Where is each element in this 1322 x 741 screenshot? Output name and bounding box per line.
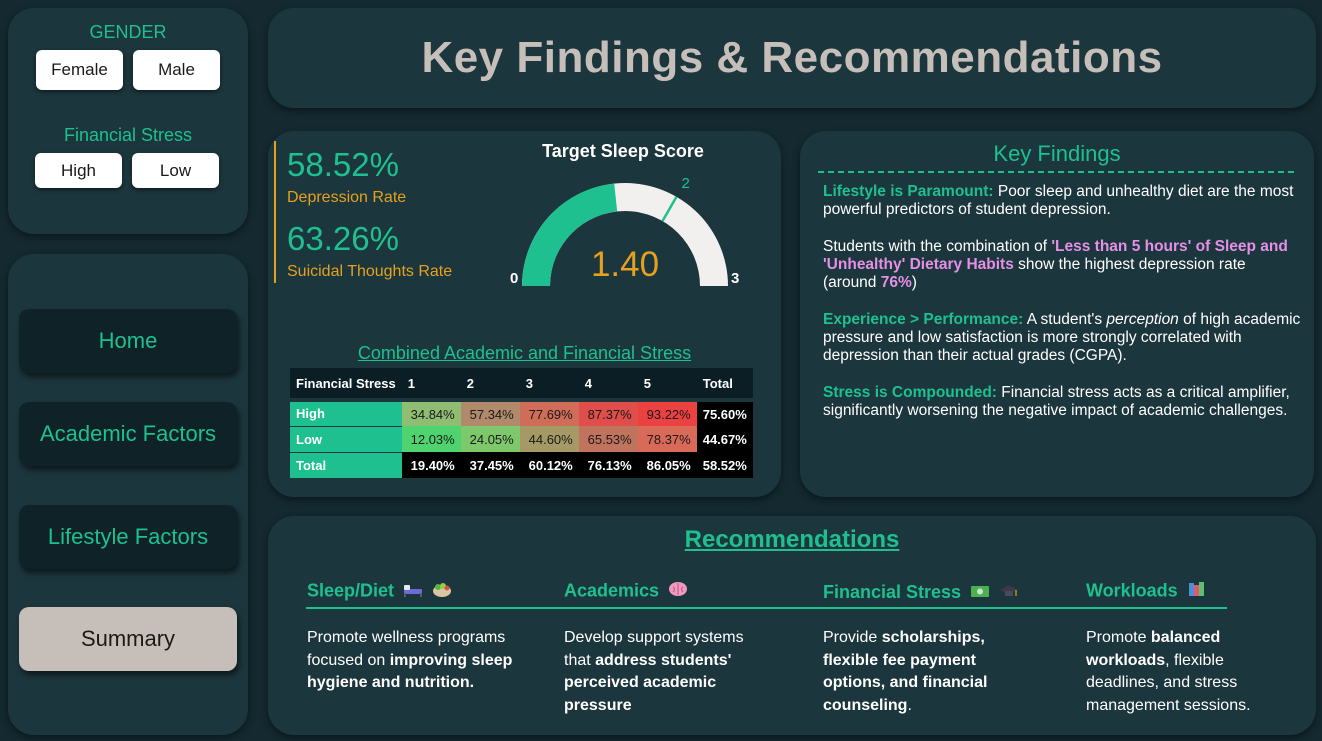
rec-heading-text: Academics: [564, 580, 660, 601]
table-cell: 87.37%: [578, 400, 638, 426]
suicidal-thoughts-rate-value: 63.26%: [287, 220, 399, 257]
books-icon: [1187, 580, 1207, 603]
depression-rate-label: Depression Rate: [287, 189, 407, 206]
nav-summary-button[interactable]: Summary: [19, 607, 237, 671]
finding-heading: Lifestyle is Paramount:: [823, 183, 994, 200]
finding-lifestyle: Lifestyle is Paramount: Poor sleep and u…: [823, 183, 1301, 219]
graduation-cap-icon: [999, 583, 1019, 604]
financial-stress-filter-title: Financial Stress: [63, 125, 193, 145]
table-cell: 12.03%: [401, 426, 461, 452]
suicidal-thoughts-rate-label: Suicidal Thoughts Rate: [287, 263, 453, 280]
column-header[interactable]: 2: [460, 368, 520, 400]
rec-academics-heading: Academics: [564, 580, 688, 603]
table-cell: 86.05%: [637, 452, 697, 478]
table-cell: 37.45%: [460, 452, 520, 478]
gauge-target-label: 2: [682, 175, 690, 192]
gender-filter-title: GENDER: [89, 22, 167, 42]
rec-workloads-text: Promote balanced workloads, flexible dea…: [1086, 627, 1291, 717]
gender-male-button[interactable]: Male: [133, 50, 220, 90]
finding-emphasis: perception: [1106, 311, 1179, 328]
finding-heading: Stress is Compounded:: [823, 384, 997, 401]
row-total: 58.52%: [696, 452, 753, 478]
navigation-panel: Home Academic Factors Lifestyle Factors …: [8, 254, 248, 735]
table-cell: 65.53%: [578, 426, 638, 452]
gender-female-button[interactable]: Female: [36, 50, 123, 90]
table-cell: 24.05%: [460, 426, 520, 452]
gauge-title: Target Sleep Score: [542, 141, 704, 161]
financial-stress-low-button[interactable]: Low: [132, 153, 219, 188]
key-findings-panel: Key Findings Lifestyle is Paramount: Poo…: [800, 131, 1314, 497]
metrics-panel: 58.52% Depression Rate 63.26% Suicidal T…: [268, 131, 781, 497]
table-cell: 77.69%: [519, 400, 579, 426]
column-header[interactable]: Financial Stress: [290, 368, 402, 400]
rec-text: Provide: [823, 629, 882, 646]
table-cell: 44.60%: [519, 426, 579, 452]
stress-table-title: Combined Academic and Financial Stress: [357, 343, 692, 363]
table-row: Low 12.03% 24.05% 44.60% 65.53% 78.37% 4…: [290, 426, 753, 453]
finding-percentage: 76%: [880, 274, 912, 291]
gauge-max-label: 3: [731, 270, 739, 287]
title-panel: Key Findings & Recommendations: [268, 8, 1316, 108]
rec-sleep-diet-heading: Sleep/Diet: [307, 580, 452, 603]
finding-stress-compounded: Stress is Compounded: Financial stress a…: [823, 384, 1301, 420]
table-cell: 76.13%: [578, 452, 638, 478]
row-total: 75.60%: [696, 400, 753, 426]
row-label: High: [290, 400, 402, 427]
key-findings-title: Key Findings: [993, 141, 1121, 166]
table-total-row: Total 19.40% 37.45% 60.12% 76.13% 86.05%…: [290, 452, 753, 479]
recommendations-panel: Recommendations Sleep/Diet Academics Fin…: [268, 516, 1316, 735]
row-total: 44.67%: [696, 426, 753, 452]
depression-rate-value: 58.52%: [287, 146, 399, 183]
finding-heading: Experience > Performance:: [823, 311, 1024, 328]
nav-academic-factors-button[interactable]: Academic Factors: [19, 402, 237, 466]
table-cell: 57.34%: [460, 400, 520, 426]
table-cell: 78.37%: [637, 426, 697, 452]
rec-text: .: [907, 696, 912, 714]
row-label: Total: [290, 452, 402, 479]
findings-divider: [818, 171, 1294, 173]
rec-heading-text: Sleep/Diet: [307, 580, 395, 601]
column-header[interactable]: 5: [637, 368, 697, 400]
filter-panel: GENDER Female Male Financial Stress High…: [8, 8, 248, 234]
recommendations-title: Recommendations: [684, 526, 900, 553]
kpi-accent-bar: [274, 141, 276, 283]
page-title: Key Findings & Recommendations: [421, 33, 1163, 82]
finding-sleep-diet-combination: Students with the combination of 'Less t…: [823, 238, 1301, 292]
recommendations-divider: [306, 607, 1227, 609]
row-label: Low: [290, 426, 402, 453]
rec-financial-stress-text: Provide scholarships, flexible fee payme…: [823, 627, 1023, 717]
rec-text: Promote: [1086, 629, 1151, 646]
money-icon: [970, 583, 990, 604]
rec-heading-text: Financial Stress: [823, 582, 962, 602]
finding-text: ): [911, 274, 917, 291]
nav-home-button[interactable]: Home: [19, 309, 237, 373]
rec-financial-stress-heading: Financial Stress: [823, 582, 1019, 604]
rec-sleep-diet-text: Promote wellness programs focused on imp…: [307, 627, 532, 695]
financial-stress-high-button[interactable]: High: [35, 153, 122, 188]
table-cell: 93.22%: [637, 400, 697, 426]
finding-experience-performance: Experience > Performance: A student's pe…: [823, 311, 1301, 365]
rec-heading-text: Workloads: [1086, 580, 1178, 601]
column-header[interactable]: 4: [578, 368, 638, 400]
table-header-row: Financial Stress 1 2 3 4 5 Total: [290, 368, 753, 400]
gauge-value-label: 1.40: [591, 245, 659, 284]
nav-lifestyle-factors-button[interactable]: Lifestyle Factors: [19, 505, 237, 569]
table-row: High 34.84% 57.34% 77.69% 87.37% 93.22% …: [290, 400, 753, 427]
column-header[interactable]: 1: [401, 368, 461, 400]
column-header[interactable]: 3: [519, 368, 579, 400]
bed-icon: [403, 581, 423, 602]
rec-workloads-heading: Workloads: [1086, 580, 1207, 603]
gauge-min-label: 0: [510, 270, 518, 287]
column-header[interactable]: Total: [696, 368, 753, 400]
salad-icon: [432, 580, 452, 603]
finding-text: Students with the combination of: [823, 238, 1052, 255]
table-cell: 19.40%: [401, 452, 461, 478]
table-cell: 60.12%: [519, 452, 579, 478]
rec-academics-text: Develop support systems that address stu…: [564, 627, 769, 717]
stress-matrix-table: Financial Stress 1 2 3 4 5 Total High 34…: [290, 368, 753, 479]
finding-text: A student's: [1023, 311, 1107, 328]
sleep-score-gauge: 2 0 3 1.40: [510, 175, 739, 287]
brain-icon: [668, 580, 688, 603]
table-cell: 34.84%: [401, 400, 461, 426]
